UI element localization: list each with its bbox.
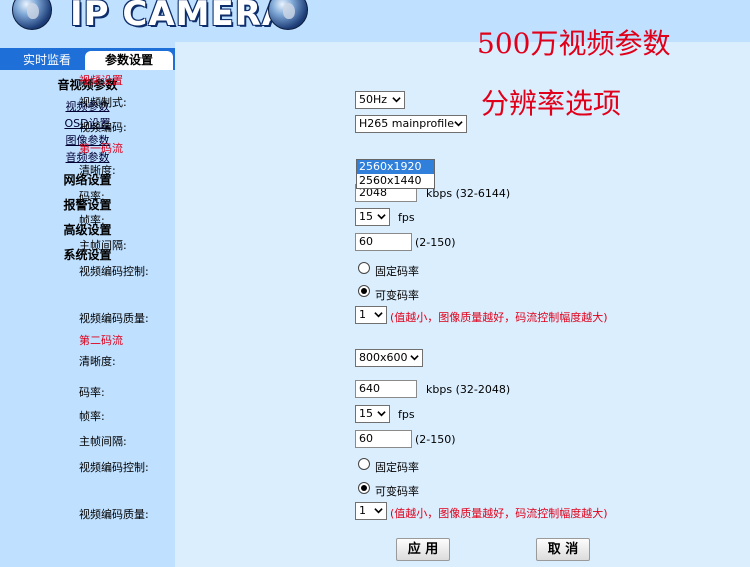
chevron-down-icon — [392, 97, 401, 103]
stream2-bitrate-label: 码率: — [79, 386, 105, 399]
resolution-option-2560x1920[interactable]: 2560x1920 — [357, 160, 434, 174]
stream2-vbr-label: 可变码率 — [375, 485, 419, 498]
stream2-resolution-select[interactable]: 800x600 — [355, 349, 423, 367]
stream2-resolution-value: 800x600 — [359, 351, 408, 364]
resolution-option-2560x1440[interactable]: 2560x1440 — [357, 174, 434, 188]
stream1-quality-hint: (值越小，图像质量越好，码流控制幅度越大) — [390, 311, 608, 324]
stream2-cbr-label: 固定码率 — [375, 461, 419, 474]
stream1-fps-value: 15 — [359, 210, 373, 223]
brand-title: IP CAMERA — [70, 0, 290, 34]
stream1-cbr-radio[interactable] — [358, 262, 370, 274]
tab-live-view[interactable]: 实时监看 — [14, 51, 80, 70]
stream1-quality-value: 1 — [359, 308, 366, 321]
stream1-vbr-label: 可变码率 — [375, 289, 419, 302]
stream1-fps-unit: fps — [398, 211, 415, 224]
stream1-quality-label: 视频编码质量: — [79, 312, 149, 325]
stream2-gop-input[interactable]: 60 — [355, 430, 412, 448]
section-video-settings: 视频设置 — [79, 74, 123, 87]
apply-button[interactable]: 应 用 — [396, 538, 450, 561]
stream2-quality-value: 1 — [359, 504, 366, 517]
stream1-gop-input[interactable]: 60 — [355, 233, 412, 251]
stream2-bitrate-range: kbps (32-2048) — [426, 383, 511, 396]
chevron-down-icon — [454, 121, 463, 127]
stream2-gop-range: (2-150) — [415, 433, 456, 446]
video-format-label: 视频制式: — [79, 96, 127, 109]
stream2-fps-label: 帧率: — [79, 410, 105, 423]
stream1-bitrate-label: 码率: — [79, 190, 105, 203]
stream2-fps-select[interactable]: 15 — [355, 405, 390, 423]
stream2-fps-value: 15 — [359, 407, 373, 420]
video-format-select[interactable]: 50Hz — [355, 91, 405, 109]
video-codec-label: 视频编码: — [79, 121, 127, 134]
chevron-down-icon — [377, 411, 386, 417]
stream2-quality-select[interactable]: 1 — [355, 502, 387, 520]
chevron-down-icon — [374, 312, 383, 318]
stream1-bitrate-range: kbps (32-6144) — [426, 187, 511, 200]
globe-logo-left — [12, 0, 52, 30]
stream2-resolution-label: 清晰度: — [79, 355, 116, 368]
annotation-line-1: 500万视频参数 — [477, 27, 671, 60]
stream2-gop-label: 主帧间隔: — [79, 435, 127, 448]
cancel-button[interactable]: 取 消 — [536, 538, 590, 561]
stream1-fps-select[interactable]: 15 — [355, 208, 390, 226]
video-codec-value: H265 mainprofile — [359, 117, 454, 130]
stream1-resolution-dropdown[interactable]: 2560x1920 2560x1440 — [356, 159, 435, 189]
section-sub-stream: 第二码流 — [79, 334, 123, 347]
stream2-vbr-radio[interactable] — [358, 482, 370, 494]
stream2-quality-label: 视频编码质量: — [79, 508, 149, 521]
stream2-cbr-radio[interactable] — [358, 458, 370, 470]
stream1-gop-label: 主帧间隔: — [79, 239, 127, 252]
tab-bar: 实时监看 参数设置 — [0, 48, 175, 70]
chevron-down-icon — [377, 214, 386, 220]
video-format-value: 50Hz — [359, 93, 388, 106]
chevron-down-icon — [410, 355, 419, 361]
stream1-resolution-label: 清晰度: — [79, 164, 116, 177]
stream1-vbr-radio[interactable] — [358, 285, 370, 297]
stream1-quality-select[interactable]: 1 — [355, 306, 387, 324]
stream2-quality-hint: (值越小，图像质量越好，码流控制幅度越大) — [390, 507, 608, 520]
annotation-line-2: 分辨率选项 — [481, 87, 622, 120]
stream1-gop-range: (2-150) — [415, 236, 456, 249]
stream1-fps-label: 帧率: — [79, 214, 105, 227]
stream1-ctrl-label: 视频编码控制: — [79, 265, 149, 278]
stream1-cbr-label: 固定码率 — [375, 265, 419, 278]
section-main-stream: 第一码流 — [79, 142, 123, 155]
stream2-fps-unit: fps — [398, 408, 415, 421]
tab-parameter-settings[interactable]: 参数设置 — [85, 51, 173, 70]
stream2-ctrl-label: 视频编码控制: — [79, 461, 149, 474]
stream2-bitrate-input[interactable]: 640 — [355, 380, 417, 398]
chevron-down-icon — [374, 508, 383, 514]
video-codec-select[interactable]: H265 mainprofile — [355, 115, 467, 133]
